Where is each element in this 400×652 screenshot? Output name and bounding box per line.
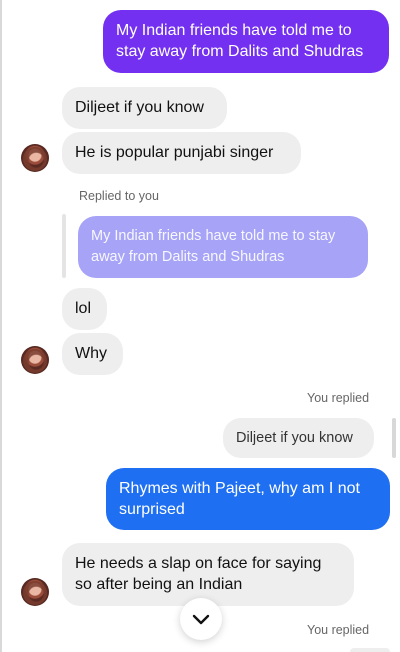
message-text: Diljeet if you know <box>75 99 204 116</box>
outgoing-message-bubble[interactable]: Rhymes with Pajeet, why am I not surpris… <box>106 468 390 530</box>
chevron-down-icon <box>192 614 210 625</box>
incoming-message-bubble[interactable]: Why <box>62 333 123 375</box>
incoming-message-bubble[interactable]: Diljeet if you know <box>62 87 227 129</box>
message-text: He needs a slap on face for saying so af… <box>75 555 322 593</box>
scrollbar-thumb[interactable] <box>392 418 396 458</box>
message-text: My Indian friends have told me to stay a… <box>116 22 364 60</box>
sender-avatar[interactable] <box>21 578 49 606</box>
quote-indicator-bar <box>62 214 66 278</box>
message-text: He is popular punjabi singer <box>75 144 274 161</box>
reply-label: You replied <box>307 391 370 405</box>
message-text: lol <box>75 300 92 317</box>
sender-avatar[interactable] <box>21 346 49 374</box>
next-message-bubble-edge <box>350 648 390 652</box>
sender-avatar[interactable] <box>21 144 49 172</box>
reply-label: Replied to you <box>79 189 159 203</box>
incoming-message-bubble[interactable]: lol <box>62 288 107 330</box>
window-left-border <box>0 0 2 652</box>
avatar-image <box>23 349 47 373</box>
quoted-message-bubble[interactable]: My Indian friends have told me to stay a… <box>78 216 368 278</box>
incoming-message-bubble[interactable]: He needs a slap on face for saying so af… <box>62 543 354 606</box>
avatar-image <box>23 581 47 605</box>
message-text: Why <box>75 345 107 362</box>
message-text: Rhymes with Pajeet, why am I not surpris… <box>119 480 360 518</box>
quoted-text: Diljeet if you know <box>236 430 353 446</box>
avatar-image <box>23 147 47 171</box>
outgoing-message-bubble[interactable]: My Indian friends have told me to stay a… <box>103 10 389 73</box>
reply-label: You replied <box>307 623 370 637</box>
quoted-text: My Indian friends have told me to stay a… <box>91 228 336 265</box>
quoted-message-bubble[interactable]: Diljeet if you know <box>223 418 374 458</box>
incoming-message-bubble[interactable]: He is popular punjabi singer <box>62 132 301 174</box>
scroll-down-button[interactable] <box>180 598 222 640</box>
